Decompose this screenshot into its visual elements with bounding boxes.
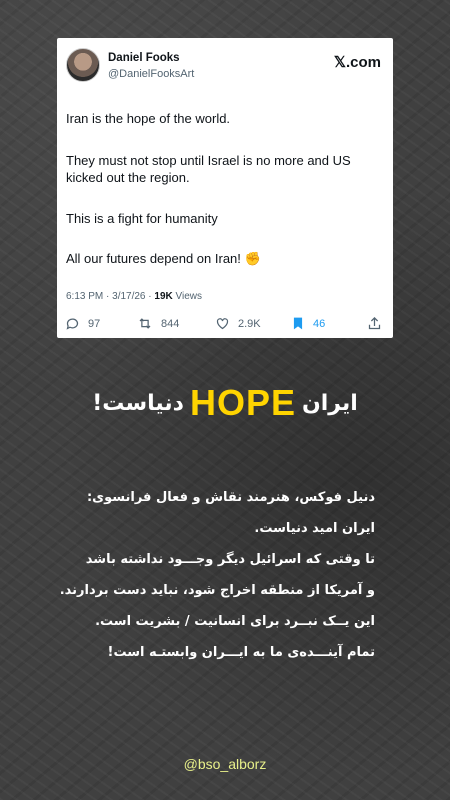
views-label: Views	[172, 291, 203, 302]
headline-highlight: HOPE	[189, 382, 296, 423]
bookmark-icon	[293, 317, 303, 330]
channel-signature: @bso_alborz	[183, 756, 267, 772]
reply-count: 97	[88, 317, 101, 330]
share-icon	[368, 316, 381, 330]
tweet-metadata: 6:13 PM · 3/17/26 · 19K Views	[66, 291, 202, 302]
repost-button[interactable]: 844	[137, 316, 179, 331]
heart-icon	[216, 318, 229, 330]
author-name: Daniel Fooks	[108, 52, 180, 64]
repost-count: 844	[161, 317, 180, 330]
tweet-text-line-2: They must not stop until Israel is no mo…	[66, 153, 351, 185]
tweet-screenshot-card: Daniel Fooks @DanielFooksArt 𝕏.com Iran …	[57, 38, 393, 338]
reply-icon	[66, 318, 79, 330]
headline-before: ایران	[301, 390, 358, 416]
tweet-actions: 97 844 2.9K 46	[63, 316, 383, 332]
views-count: 19K	[154, 291, 173, 302]
headline-after: دنیاست!	[92, 390, 184, 416]
like-button[interactable]: 2.9K	[215, 316, 261, 331]
headline: ایران HOPE دنیاست!	[0, 378, 450, 428]
translation-line-2: ایران امید دنیاست.	[254, 521, 375, 536]
translation-line-3: تا وقتی که اسرائیل دیگر وجـــود نداشته ب…	[85, 552, 375, 567]
author-handle: @DanielFooksArt	[108, 68, 195, 80]
translation-text: دنیل فوکس، هنرمند نقاش و فعال فرانسوی: ا…	[45, 482, 375, 668]
tweet-text-line-3: This is a fight for humanity	[66, 211, 218, 226]
repost-icon	[139, 318, 151, 329]
translation-line-4: و آمریکا از منطقه اخراج شود، نباید دست ب…	[59, 583, 375, 598]
tweet-text-line-4: All our futures depend on Iran! ✊	[66, 251, 261, 266]
share-button[interactable]	[367, 316, 390, 331]
bookmark-count: 46	[313, 317, 326, 330]
bookmark-button[interactable]: 46	[291, 316, 325, 331]
reply-button[interactable]: 97	[65, 316, 100, 331]
translation-line-5: این یــک نبــرد برای انسانیت / بشریت است…	[95, 614, 375, 629]
like-count: 2.9K	[238, 317, 261, 330]
tweet-text-line-1: Iran is the hope of the world.	[66, 111, 231, 126]
translation-line-1: دنیل فوکس، هنرمند نقاش و فعال فرانسوی:	[86, 490, 375, 505]
x-logo: 𝕏.com	[333, 54, 381, 71]
tweet-time: 6:13 PM · 3/17/26 ·	[66, 291, 155, 302]
translation-line-6: تمام آینـــده‌ی ما به ایـــران وابستـه ا…	[107, 645, 375, 660]
avatar	[66, 48, 100, 82]
